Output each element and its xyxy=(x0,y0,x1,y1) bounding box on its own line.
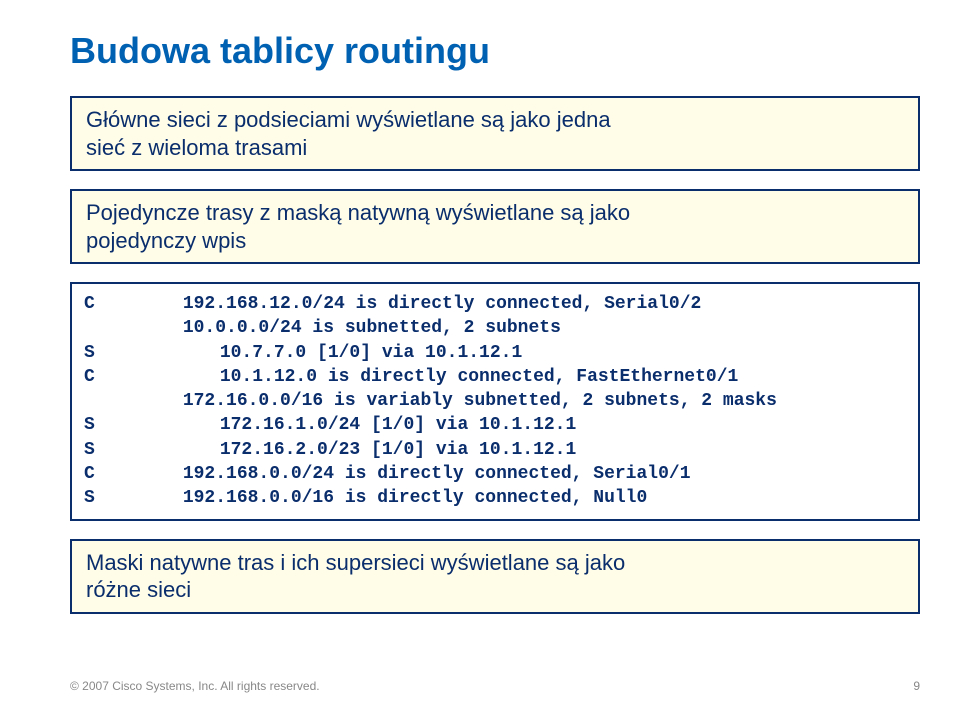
callout-line: sieć z wieloma trasami xyxy=(86,134,904,162)
route-text: 172.16.0.0/16 is variably subnetted, 2 s… xyxy=(115,389,777,413)
route-text: 10.7.7.0 [1/0] via 10.1.12.1 xyxy=(115,341,522,365)
route-text: 172.16.1.0/24 [1/0] via 10.1.12.1 xyxy=(115,413,576,437)
route-flag: C xyxy=(84,365,104,389)
table-row: S 172.16.2.0/23 [1/0] via 10.1.12.1 xyxy=(84,438,908,462)
route-text: 192.168.0.0/24 is directly connected, Se… xyxy=(115,462,691,486)
route-flag: S xyxy=(84,413,104,437)
footer: © 2007 Cisco Systems, Inc. All rights re… xyxy=(70,679,920,693)
routing-table: C 192.168.12.0/24 is directly connected,… xyxy=(70,282,920,521)
table-row: 172.16.0.0/16 is variably subnetted, 2 s… xyxy=(84,389,908,413)
table-row: S 10.7.7.0 [1/0] via 10.1.12.1 xyxy=(84,341,908,365)
page-number: 9 xyxy=(913,679,920,693)
callout-line: Pojedyncze trasy z maską natywną wyświet… xyxy=(86,199,904,227)
route-text: 10.1.12.0 is directly connected, FastEth… xyxy=(115,365,738,389)
callout-single-routes: Pojedyncze trasy z maską natywną wyświet… xyxy=(70,189,920,264)
route-flag: C xyxy=(84,462,104,486)
route-flag: S xyxy=(84,341,104,365)
table-row: C 192.168.12.0/24 is directly connected,… xyxy=(84,292,908,316)
table-row: C 10.1.12.0 is directly connected, FastE… xyxy=(84,365,908,389)
table-row: C 192.168.0.0/24 is directly connected, … xyxy=(84,462,908,486)
route-text: 10.0.0.0/24 is subnetted, 2 subnets xyxy=(115,316,561,340)
callout-line: Maski natywne tras i ich supersieci wyśw… xyxy=(86,549,904,577)
table-row: S 192.168.0.0/16 is directly connected, … xyxy=(84,486,908,510)
route-flag: S xyxy=(84,486,104,510)
page-title: Budowa tablicy routingu xyxy=(70,30,920,72)
callout-native-masks: Maski natywne tras i ich supersieci wyśw… xyxy=(70,539,920,614)
copyright: © 2007 Cisco Systems, Inc. All rights re… xyxy=(70,679,320,693)
callout-line: Główne sieci z podsieciami wyświetlane s… xyxy=(86,106,904,134)
slide: Budowa tablicy routingu Główne sieci z p… xyxy=(0,0,960,711)
route-text: 192.168.12.0/24 is directly connected, S… xyxy=(115,292,701,316)
route-text: 172.16.2.0/23 [1/0] via 10.1.12.1 xyxy=(115,438,576,462)
table-row: 10.0.0.0/24 is subnetted, 2 subnets xyxy=(84,316,908,340)
table-row: S 172.16.1.0/24 [1/0] via 10.1.12.1 xyxy=(84,413,908,437)
callout-line: różne sieci xyxy=(86,576,904,604)
callout-line: pojedynczy wpis xyxy=(86,227,904,255)
route-flag: C xyxy=(84,292,104,316)
route-flag: S xyxy=(84,438,104,462)
callout-parent-networks: Główne sieci z podsieciami wyświetlane s… xyxy=(70,96,920,171)
route-text: 192.168.0.0/16 is directly connected, Nu… xyxy=(115,486,647,510)
